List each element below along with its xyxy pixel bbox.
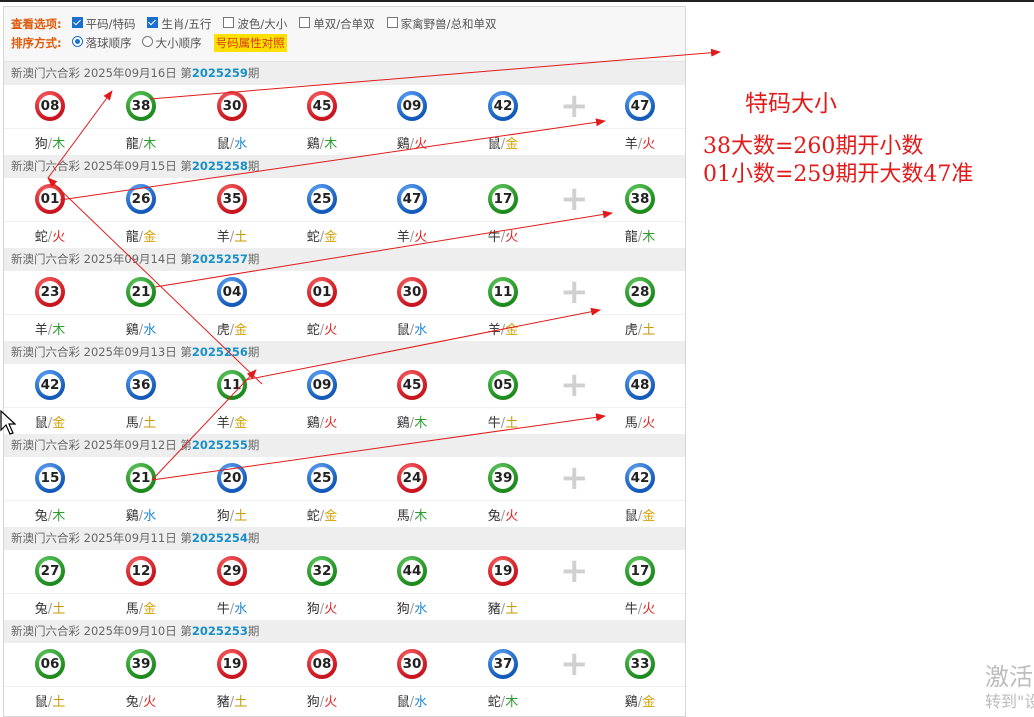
arrow-line [151,413,606,481]
mouse-cursor-icon [0,410,16,435]
activation-watermark-line-1: 激活 [985,663,1033,691]
arrow-line [154,210,613,288]
arrow-line [47,177,263,385]
annotation-title: 特码大小 [745,91,837,117]
arrow-line [59,118,606,201]
arrow-line [149,48,721,100]
arrow-line [47,90,113,179]
annotation-line-2: 01小数=259期开大数47准 [703,162,974,187]
activation-watermark-line-2: 转到"设 [985,692,1034,711]
arrow-line [151,369,257,481]
arrow-line [244,307,601,381]
annotation-arrows [47,48,721,481]
